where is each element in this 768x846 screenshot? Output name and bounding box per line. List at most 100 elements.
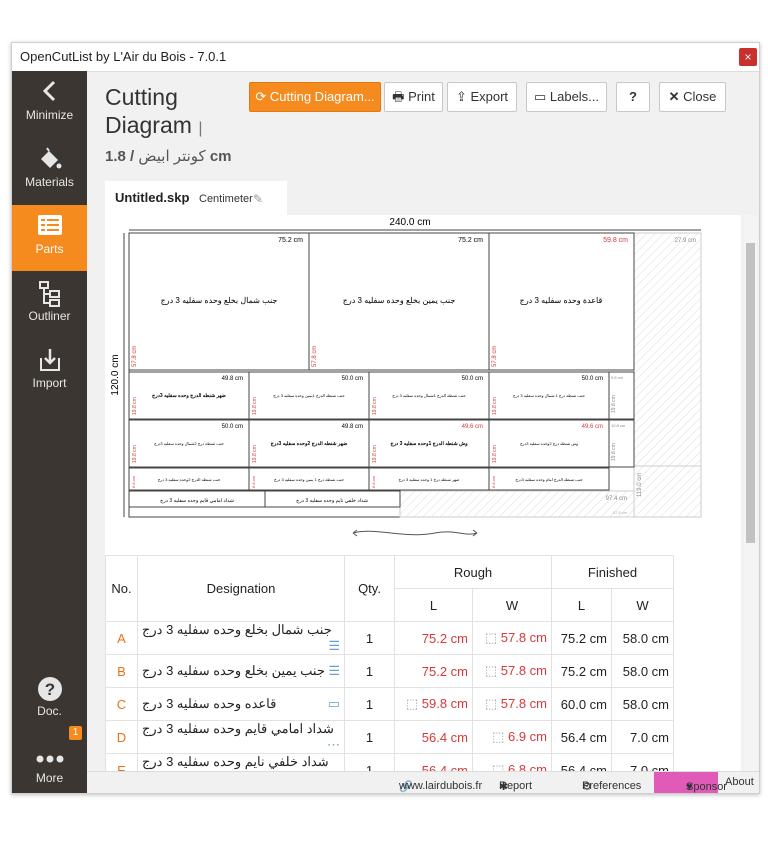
svg-text:19.8 cm: 19.8 cm [372, 445, 378, 463]
scrollbar[interactable] [744, 215, 757, 771]
part-row3-2[interactable]: 49.8 cm ضهر شنطه الدرج 2وحده سفليه 3درج … [248, 419, 370, 468]
pencil-icon[interactable]: ✎ [253, 192, 263, 206]
export-icon: ⇪ [455, 89, 467, 104]
close-icon: ✕ [668, 89, 680, 104]
svg-text:57.8 cm: 57.8 cm [492, 346, 498, 367]
export-button[interactable]: ⇪ Export [447, 82, 517, 112]
scrollbar-thumb[interactable] [746, 243, 755, 543]
svg-text:قاعدة وحده سفليه 3 درج: قاعدة وحده سفليه 3 درج [520, 296, 603, 305]
svg-text:ضهر شنطه الدرج 2وحده سفليه 3در: ضهر شنطه الدرج 2وحده سفليه 3درج [271, 441, 348, 447]
sheet-width-label: 240.0 cm [389, 217, 430, 228]
sidebar-item-outliner[interactable]: Outliner [12, 272, 87, 338]
sidebar-item-doc[interactable]: ? Doc. [12, 667, 87, 733]
sidebar-item-label: Minimize [25, 108, 74, 122]
auto-dim-icon: ⬚ [492, 762, 505, 771]
svg-text:جنب شنطه درج 1 شمال وحده سفليه: جنب شنطه درج 1 شمال وحده سفليه 3 درج [513, 393, 586, 398]
col-fin-w: W [611, 588, 674, 622]
sidebar-item-label: Materials [25, 175, 74, 189]
sidebar-item-parts[interactable]: Parts [12, 205, 87, 271]
window-title: OpenCutList by L'Air du Bois - 7.0.1 [20, 49, 227, 64]
auto-dim-icon: ⬚ [484, 696, 498, 711]
table-row[interactable]: A جنب شمال بخلع وحده سفليه 3 درج ☰ 1 75.2… [105, 621, 674, 655]
part-row2-3[interactable]: 50.0 cm جنب شنطه الدرج 1شمال وحده سفليه … [368, 371, 490, 420]
list-icon [12, 214, 87, 242]
sidebar-item-more[interactable]: 1 More [12, 726, 87, 793]
table-row[interactable]: E شداد خلفي نايم وحده سفليه 3 درج⋯ 1 56.… [105, 753, 674, 771]
sidebar-item-label: Import [32, 376, 67, 390]
auto-dim-icon: ⬚ [484, 663, 498, 678]
labels-button[interactable]: ▭ Labels... [526, 82, 607, 112]
sidebar-item-minimize[interactable]: Minimize [12, 71, 87, 137]
svg-text:جنب شنطه الدرج 1يمين وحده سفلي: جنب شنطه الدرج 1يمين وحده سفليه 3 درج [273, 393, 345, 398]
svg-text:6.8 cm: 6.8 cm [491, 475, 496, 488]
part-row2-2[interactable]: 50.0 cm جنب شنطه الدرج 1يمين وحده سفليه … [248, 371, 370, 420]
col-finished: Finished [551, 555, 674, 589]
table-row[interactable]: C قاعده وحده سفليه 3 درج ▭ 1 ⬚ 59.8 cm ⬚ … [105, 687, 674, 721]
part-small-1[interactable]: 19.8 cm 9.8 cm [608, 371, 635, 420]
part-e[interactable]: شداد خلفي نايم وحده سفليه 3 درج [264, 490, 401, 508]
part-d[interactable]: شداد امامي قايم وحده سفليه 3 درج [128, 490, 266, 508]
svg-text:50.0 cm: 50.0 cm [222, 424, 243, 430]
offcut-corner [633, 465, 702, 518]
svg-text:19.8 cm: 19.8 cm [492, 445, 498, 463]
svg-text:6.8 cm: 6.8 cm [371, 475, 376, 488]
svg-text:75.2 cm: 75.2 cm [458, 237, 483, 244]
diagram-content: 240.0 cm 120.0 cm 27.9 cm 97.4 cm 119.0 … [105, 215, 741, 771]
svg-text:19.8 cm: 19.8 cm [132, 445, 138, 463]
svg-text:75.2 cm: 75.2 cm [278, 237, 303, 244]
part-row3-1[interactable]: 50.0 cm جنب شنطه درج 2شمال وحده سفليه 3د… [128, 419, 250, 468]
help-button[interactable]: ? [616, 82, 650, 112]
about-link[interactable]: About [725, 776, 754, 788]
part-row2-4[interactable]: 50.0 cm جنب شنطه درج 1 شمال وحده سفليه 3… [488, 371, 610, 420]
part-row2-1[interactable]: 49.8 cm ضهر شنطه الدرج وحده سفليه 3درج 1… [128, 371, 250, 420]
svg-text:19.8 cm: 19.8 cm [372, 397, 378, 415]
cutting-diagram: 240.0 cm 120.0 cm 27.9 cm 97.4 cm 119.0 … [110, 217, 702, 537]
part-row3-3[interactable]: 49.6 cm وش شنطه الدرج 1وحده سفليه 3 درج … [368, 419, 490, 468]
label-icon: ▭ [533, 89, 547, 104]
sidebar-item-materials[interactable]: Materials [12, 138, 87, 204]
svg-text:19.8 cm: 19.8 cm [252, 445, 258, 463]
table-row[interactable]: D شداد امامي قايم وحده سفليه 3 درج ⋯ 1 56… [105, 720, 674, 754]
close-button[interactable]: ✕ Close [659, 82, 726, 112]
svg-text:جنب شنطه الدرج 2وحده سفليه 3 د: جنب شنطه الدرج 2وحده سفليه 3 درج [158, 477, 221, 482]
cutting-diagram-button[interactable]: ⟳ Cutting Diagram... [249, 82, 381, 112]
col-designation: Designation [137, 555, 345, 622]
footer-bar: 🔗 www.lairdubois.fr ✱ Report a bug ⚙ Pre… [87, 771, 759, 793]
part-row4-3[interactable]: ضهر شنطه درج 1 وحده سفليه 3 درج 6.8 cm [368, 467, 490, 491]
printer-icon: 🖶 [392, 89, 405, 104]
part-row4-4[interactable]: جنب شنطه الدرج امام وحده سفليه 3درج 6.8 … [488, 467, 610, 491]
file-tab-bar: Untitled.skp Centimeter ✎ [105, 181, 759, 215]
svg-text:جنب شنطه درج 1 يمين وحده سفليه: جنب شنطه درج 1 يمين وحده سفليه 3 درج [274, 477, 344, 482]
unit-label: Centimeter [199, 193, 253, 205]
part-row4-2[interactable]: جنب شنطه درج 1 يمين وحده سفليه 3 درج 6.8… [248, 467, 370, 491]
svg-text:50.0 cm: 50.0 cm [582, 376, 603, 382]
col-fin-l: L [551, 588, 612, 622]
part-row3-4[interactable]: 49.6 cm وش شنطه درج 2وحده سفليه 3درج 19.… [488, 419, 610, 468]
col-rough: Rough [394, 555, 552, 589]
part-a[interactable]: 75.2 cm جنب شمال بخلع وحده سفليه 3 درج 5… [128, 232, 310, 371]
svg-text:جنب شنطه درج 2شمال وحده سفليه: جنب شنطه درج 2شمال وحده سفليه 3درج [154, 441, 224, 446]
scrap-note: 37.5 cm [613, 510, 628, 515]
col-qty: Qty. [344, 555, 395, 622]
chevron-left-icon [12, 80, 87, 108]
notification-badge: 1 [69, 726, 82, 740]
part-b[interactable]: 75.2 cm جنب يمين بخلع وحده سفليه 3 درج 5… [308, 232, 490, 371]
part-row4-1[interactable]: جنب شنطه الدرج 2وحده سفليه 3 درج 6.8 cm [128, 467, 250, 491]
col-rough-w: W [472, 588, 552, 622]
parts-table: No. Designation Qty. Rough Finished L W … [105, 555, 674, 771]
print-button[interactable]: 🖶 Print [384, 82, 443, 112]
part-c[interactable]: 59.8 cm قاعدة وحده سفليه 3 درج 57.8 cm [488, 232, 635, 371]
svg-text:57.8 cm: 57.8 cm [312, 346, 318, 367]
sponsor-button[interactable]: ♥ Sponsor [654, 772, 727, 793]
window-close-button[interactable]: × [739, 48, 757, 66]
part-small-2[interactable]: 19.8 cm 10.8 cm [608, 419, 635, 468]
tree-icon [12, 281, 87, 309]
col-rough-l: L [394, 588, 473, 622]
auto-dim-icon: ⬚ [405, 696, 419, 711]
sidebar: Minimize Materials Parts Outliner Import [12, 71, 87, 793]
app-window: OpenCutList by L'Air du Bois - 7.0.1 × M… [11, 42, 760, 794]
auto-dim-icon: ⬚ [484, 630, 498, 645]
sidebar-item-import[interactable]: Import [12, 339, 87, 405]
table-row[interactable]: B جنب يمين بخلع وحده سفليه 3 درج ☰ 1 75.2… [105, 654, 674, 688]
svg-text:جنب شنطه الدرج 1شمال وحده سفلي: جنب شنطه الدرج 1شمال وحده سفليه 3 درج [392, 393, 466, 398]
